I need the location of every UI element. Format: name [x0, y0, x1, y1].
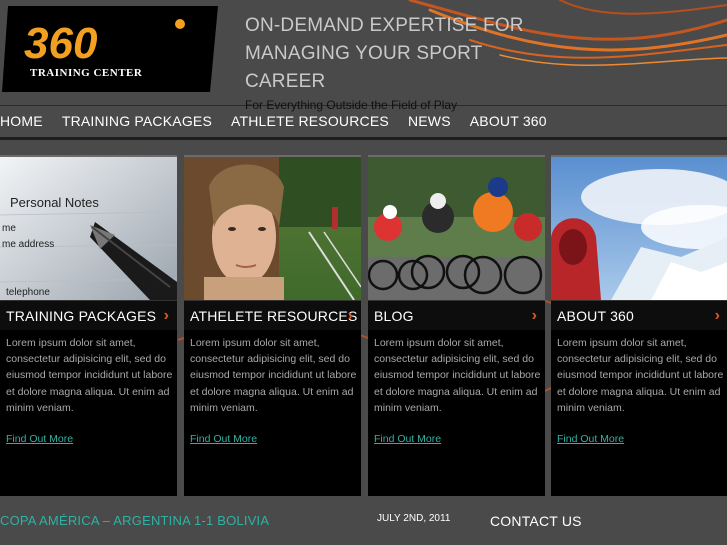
find-out-more-link[interactable]: Find Out More [190, 433, 257, 445]
chevron-right-icon[interactable]: › [532, 307, 537, 325]
svg-text:Personal Notes: Personal Notes [10, 195, 99, 210]
contact-us-link[interactable]: CONTACT US [490, 513, 582, 529]
chevron-right-icon[interactable]: › [348, 307, 353, 325]
card-athlete-resources: ATHELETE RESOURCES › Lorem ipsum dolor s… [184, 155, 361, 496]
card-body: Lorem ipsum dolor sit amet, consectetur … [557, 337, 724, 414]
svg-text:me address: me address [2, 239, 54, 250]
svg-text:me: me [2, 223, 16, 234]
nav-about-360[interactable]: ABOUT 360 [470, 108, 547, 136]
logo-caption: TRAINING CENTER [30, 67, 143, 79]
logo[interactable]: 360 TRAINING CENTER [2, 6, 218, 92]
svg-text:telephone: telephone [6, 287, 50, 298]
card-title: ATHELETE RESOURCES [190, 308, 358, 324]
find-out-more-link[interactable]: Find Out More [6, 433, 73, 445]
chevron-right-icon[interactable]: › [164, 307, 169, 325]
find-out-more-link[interactable]: Find Out More [557, 433, 624, 445]
card-about-360: ABOUT 360 › Lorem ipsum dolor sit amet, … [551, 155, 727, 496]
chevron-right-icon[interactable]: › [715, 307, 720, 325]
card-title-bar[interactable]: ABOUT 360 › [551, 300, 727, 330]
card-title-bar[interactable]: BLOG › [368, 300, 545, 330]
card-title: ABOUT 360 [557, 308, 635, 324]
footer-news-link[interactable]: COPA AMÉRICA – ARGENTINA 1-1 BOLIVIA [0, 513, 269, 528]
card-photo-cyclists [368, 157, 545, 300]
card-title-bar[interactable]: ATHELETE RESOURCES › [184, 300, 361, 330]
card-title: TRAINING PACKAGES [6, 308, 157, 324]
card-photo-athlete [184, 157, 361, 300]
nav-news[interactable]: NEWS [408, 108, 451, 136]
card-body: Lorem ipsum dolor sit amet, consectetur … [190, 337, 357, 414]
nav-athlete-resources[interactable]: ATHLETE RESOURCES [231, 108, 389, 136]
nav-home[interactable]: HOME [0, 108, 43, 136]
card-blog: BLOG › Lorem ipsum dolor sit amet, conse… [368, 155, 545, 496]
find-out-more-link[interactable]: Find Out More [374, 433, 441, 445]
logo-numbers: 360 [24, 19, 98, 68]
main-nav: HOME TRAINING PACKAGES ATHLETE RESOURCES… [0, 108, 566, 136]
card-title: BLOG [374, 308, 414, 324]
footer-date: JULY 2ND, 2011 [377, 513, 451, 524]
card-title-bar[interactable]: TRAINING PACKAGES › [0, 300, 177, 330]
nav-divider-bottom [0, 137, 727, 140]
card-body: Lorem ipsum dolor sit amet, consectetur … [6, 337, 173, 414]
nav-training-packages[interactable]: TRAINING PACKAGES [62, 108, 212, 136]
card-training-packages: Personal Notes me me address telephone T… [0, 155, 177, 496]
card-body: Lorem ipsum dolor sit amet, consectetur … [374, 337, 541, 414]
tagline: ON-DEMAND EXPERTISE FOR MANAGING YOUR SP… [245, 15, 524, 92]
card-photo-notes: Personal Notes me me address telephone [0, 157, 177, 300]
card-photo-mountain [551, 157, 727, 300]
